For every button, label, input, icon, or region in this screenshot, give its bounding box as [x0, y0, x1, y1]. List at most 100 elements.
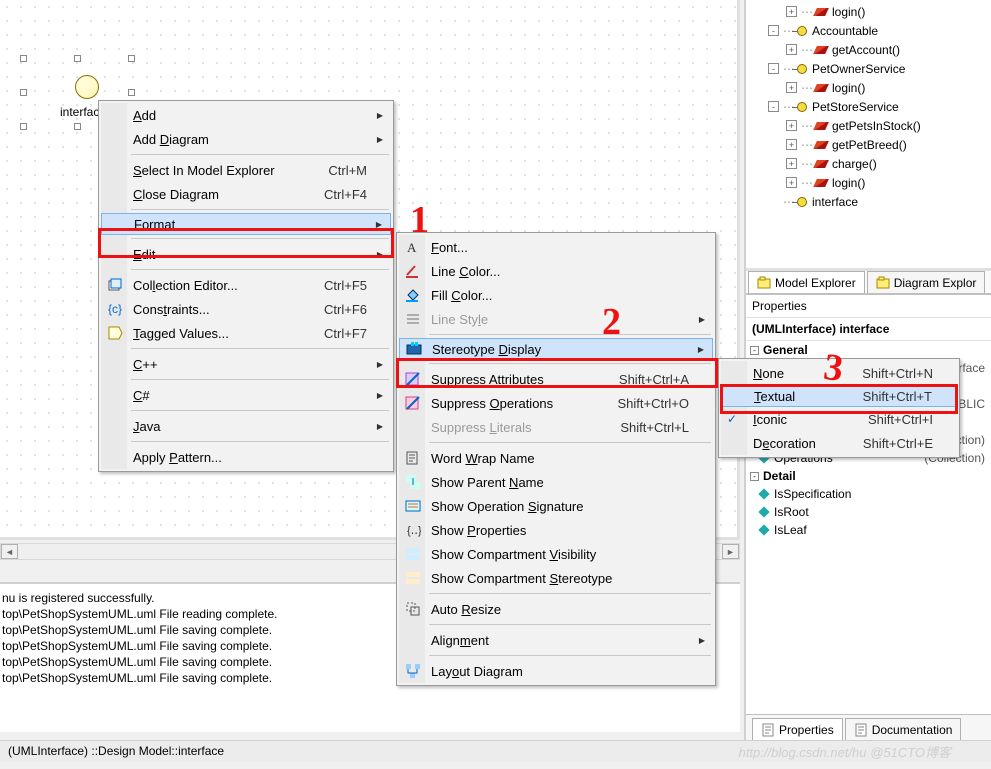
- format-item-fill-color-[interactable]: Fill Color...: [399, 283, 713, 307]
- context-item-tagged-values-[interactable]: Tagged Values...Ctrl+F7: [101, 321, 391, 345]
- check-icon: ✓: [727, 412, 737, 426]
- tree-item[interactable]: +⋯login(): [746, 78, 991, 97]
- menu-shortcut: Ctrl+F5: [324, 278, 367, 293]
- model-tree[interactable]: +⋯login()-⋯Accountable+⋯getAccount()-⋯Pe…: [746, 0, 991, 265]
- props-icon: [761, 723, 775, 737]
- stereo-item-none[interactable]: NoneShift+Ctrl+N: [721, 361, 957, 385]
- format-item-show-compartment-stereotype[interactable]: Show Compartment Stereotype: [399, 566, 713, 590]
- menu-item-label: Decoration: [753, 436, 816, 451]
- tree-expander[interactable]: +: [786, 177, 797, 188]
- operation-icon: [813, 122, 829, 130]
- tree-expander[interactable]: -: [768, 63, 779, 74]
- format-submenu[interactable]: AFont...Line Color...Fill Color...Line S…: [396, 232, 716, 686]
- context-item-c-[interactable]: C#: [101, 383, 391, 407]
- tree-expander[interactable]: -: [768, 101, 779, 112]
- tree-expander[interactable]: +: [786, 6, 797, 17]
- prop-group[interactable]: -Detail: [746, 467, 991, 485]
- context-item-java[interactable]: Java: [101, 414, 391, 438]
- operation-icon: [813, 141, 829, 149]
- operation-icon: [813, 160, 829, 168]
- operation-icon: [813, 84, 829, 92]
- context-item-close-diagram[interactable]: Close DiagramCtrl+F4: [101, 182, 391, 206]
- menu-shortcut: Shift+Ctrl+I: [868, 412, 933, 427]
- tree-item-label: interface: [812, 195, 858, 209]
- tree-item[interactable]: +⋯charge(): [746, 154, 991, 173]
- tree-item[interactable]: +⋯getAccount(): [746, 40, 991, 59]
- tree-item-label: login(): [832, 5, 865, 19]
- scroll-right-button[interactable]: ►: [722, 544, 739, 559]
- model-icon: [757, 276, 771, 290]
- tree-item[interactable]: ⋯interface: [746, 192, 991, 211]
- format-item-word-wrap-name[interactable]: Word Wrap Name: [399, 446, 713, 470]
- tree-expander[interactable]: -: [768, 25, 779, 36]
- menu-item-label: Close Diagram: [133, 187, 219, 202]
- tab-documentation[interactable]: Documentation: [845, 718, 962, 740]
- tree-expander[interactable]: +: [786, 139, 797, 150]
- prop-row[interactable]: IsLeaf: [746, 521, 991, 539]
- tab-model-explorer[interactable]: Model Explorer: [748, 271, 865, 293]
- stereo-item-iconic[interactable]: ✓IconicShift+Ctrl+I: [721, 407, 957, 431]
- menu-shortcut: Shift+Ctrl+E: [863, 436, 933, 451]
- tree-item[interactable]: +⋯getPetBreed(): [746, 135, 991, 154]
- tree-expander[interactable]: +: [786, 158, 797, 169]
- context-item-edit[interactable]: Edit: [101, 242, 391, 266]
- stereotype-display-submenu[interactable]: NoneShift+Ctrl+NTextualShift+Ctrl+T✓Icon…: [718, 358, 960, 458]
- tree-item[interactable]: +⋯login(): [746, 2, 991, 21]
- format-item-suppress-attributes[interactable]: Suppress AttributesShift+Ctrl+A: [399, 367, 713, 391]
- format-item-line-color-[interactable]: Line Color...: [399, 259, 713, 283]
- collapse-icon[interactable]: -: [750, 346, 759, 355]
- format-item-layout-diagram[interactable]: Layout Diagram: [399, 659, 713, 683]
- svg-text:{c}: {c}: [108, 302, 122, 316]
- linestyle-icon: [404, 310, 422, 328]
- context-item-collection-editor-[interactable]: Collection Editor... Ctrl+F5: [101, 273, 391, 297]
- context-item-select-in-model-explorer[interactable]: Select In Model ExplorerCtrl+M: [101, 158, 391, 182]
- prop-key: IsLeaf: [774, 523, 985, 537]
- format-item-alignment[interactable]: Alignment: [399, 628, 713, 652]
- menu-shortcut: Shift+Ctrl+T: [863, 389, 932, 404]
- format-item-show-parent-name[interactable]: Show Parent Name: [399, 470, 713, 494]
- tree-expander[interactable]: +: [786, 44, 797, 55]
- menu-item-label: Show Compartment Stereotype: [431, 571, 612, 586]
- collapse-icon[interactable]: -: [750, 472, 759, 481]
- context-item-constraints-[interactable]: {c}Constraints...Ctrl+F6: [101, 297, 391, 321]
- stereo-item-textual[interactable]: TextualShift+Ctrl+T: [721, 385, 957, 407]
- menu-item-label: Suppress Attributes: [431, 372, 544, 387]
- tree-item[interactable]: -⋯PetOwnerService: [746, 59, 991, 78]
- operation-icon: [813, 179, 829, 187]
- diamond-icon: [758, 488, 769, 499]
- context-menu[interactable]: AddAdd Diagram Select In Model ExplorerCt…: [98, 100, 394, 472]
- format-item-show-operation-signature[interactable]: Show Operation Signature: [399, 494, 713, 518]
- tree-item-label: login(): [832, 81, 865, 95]
- context-item-add[interactable]: Add: [101, 103, 391, 127]
- tab-label: Documentation: [872, 723, 953, 737]
- format-item-suppress-operations[interactable]: Suppress OperationsShift+Ctrl+O: [399, 391, 713, 415]
- tree-item[interactable]: -⋯PetStoreService: [746, 97, 991, 116]
- tree-expander[interactable]: +: [786, 82, 797, 93]
- format-item-show-properties[interactable]: {‥}Show Properties: [399, 518, 713, 542]
- tab-diagram-explor[interactable]: Diagram Explor: [867, 271, 986, 293]
- context-item-c-[interactable]: C++: [101, 352, 391, 376]
- context-item-add-diagram[interactable]: Add Diagram: [101, 127, 391, 151]
- prop-row[interactable]: IsSpecification: [746, 485, 991, 503]
- tree-item[interactable]: +⋯login(): [746, 173, 991, 192]
- explorer-tabs: Model Explorer Diagram Explor: [746, 268, 991, 294]
- format-item-auto-resize[interactable]: Auto Resize: [399, 597, 713, 621]
- menu-shortcut: Ctrl+F7: [324, 326, 367, 341]
- collection-icon: [106, 276, 124, 294]
- prop-row[interactable]: IsRoot: [746, 503, 991, 521]
- context-item-format[interactable]: Format: [101, 213, 391, 235]
- tree-item[interactable]: -⋯Accountable: [746, 21, 991, 40]
- menu-item-label: C#: [133, 388, 150, 403]
- context-item-apply-pattern-[interactable]: Apply Pattern...: [101, 445, 391, 469]
- format-item-stereotype-display[interactable]: Stereotype Display: [399, 338, 713, 360]
- tab-properties[interactable]: Properties: [752, 718, 843, 740]
- prop-group[interactable]: -General: [746, 341, 991, 359]
- menu-item-label: Collection Editor...: [133, 278, 238, 293]
- format-item-font-[interactable]: AFont...: [399, 235, 713, 259]
- scroll-left-button[interactable]: ◄: [1, 544, 18, 559]
- tab-label: Diagram Explor: [894, 276, 977, 290]
- stereo-item-decoration[interactable]: Decoration Shift+Ctrl+E: [721, 431, 957, 455]
- format-item-show-compartment-visibility[interactable]: Show Compartment Visibility: [399, 542, 713, 566]
- tree-expander[interactable]: +: [786, 120, 797, 131]
- tree-item[interactable]: +⋯getPetsInStock(): [746, 116, 991, 135]
